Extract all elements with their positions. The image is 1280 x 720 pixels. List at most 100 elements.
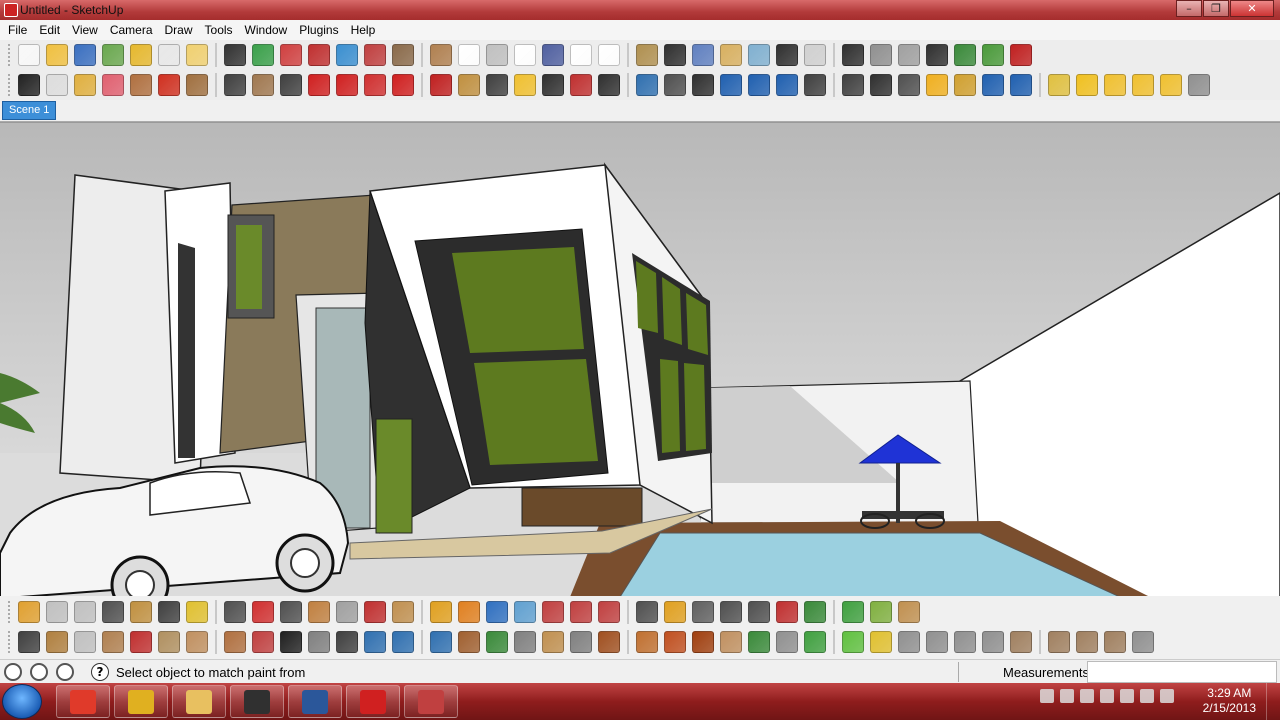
tool-button-icon[interactable] (430, 601, 452, 623)
tool-button-icon[interactable] (280, 74, 302, 96)
tool-button-icon[interactable] (1132, 74, 1154, 96)
taskbar-chrome-button[interactable] (56, 685, 110, 718)
tool-button-icon[interactable] (74, 44, 96, 66)
tool-button-icon[interactable] (224, 44, 246, 66)
tool-button-icon[interactable] (692, 601, 714, 623)
tool-button-icon[interactable] (102, 74, 124, 96)
clock[interactable]: 3:29 AM 2/15/2013 (1203, 686, 1256, 716)
tool-button-icon[interactable] (1010, 44, 1032, 66)
tool-button-icon[interactable] (514, 601, 536, 623)
tool-button-icon[interactable] (130, 74, 152, 96)
tool-button-icon[interactable] (982, 74, 1004, 96)
tool-button-icon[interactable] (926, 44, 948, 66)
tool-button-icon[interactable] (336, 74, 358, 96)
tool-button-icon[interactable] (842, 631, 864, 653)
tool-button-icon[interactable] (364, 601, 386, 623)
menu-file[interactable]: File (2, 23, 33, 37)
tool-button-icon[interactable] (1188, 74, 1210, 96)
tool-button-icon[interactable] (926, 74, 948, 96)
tool-button-icon[interactable] (364, 631, 386, 653)
flag-icon[interactable] (1140, 689, 1154, 703)
measurements-input[interactable] (1087, 661, 1277, 683)
tool-button-icon[interactable] (130, 44, 152, 66)
tool-button-icon[interactable] (336, 631, 358, 653)
tool-button-icon[interactable] (748, 631, 770, 653)
tool-button-icon[interactable] (664, 44, 686, 66)
taskbar-ccleaner-button[interactable] (404, 685, 458, 718)
tool-button-icon[interactable] (186, 44, 208, 66)
tool-button-icon[interactable] (898, 601, 920, 623)
tool-button-icon[interactable] (954, 74, 976, 96)
tool-button-icon[interactable] (130, 601, 152, 623)
tool-button-icon[interactable] (224, 74, 246, 96)
tool-button-icon[interactable] (18, 74, 40, 96)
tool-button-icon[interactable] (46, 631, 68, 653)
tool-button-icon[interactable] (776, 74, 798, 96)
tool-button-icon[interactable] (692, 44, 714, 66)
tool-button-icon[interactable] (458, 601, 480, 623)
show-desktop-button[interactable] (1266, 683, 1280, 720)
tool-button-icon[interactable] (308, 44, 330, 66)
taskbar-sketchup-button[interactable] (346, 685, 400, 718)
tool-button-icon[interactable] (514, 44, 536, 66)
tool-button-icon[interactable] (1104, 631, 1126, 653)
menu-plugins[interactable]: Plugins (293, 23, 344, 37)
tool-button-icon[interactable] (664, 601, 686, 623)
tool-button-icon[interactable] (158, 631, 180, 653)
tool-button-icon[interactable] (308, 601, 330, 623)
tool-button-icon[interactable] (392, 74, 414, 96)
tool-button-icon[interactable] (1160, 74, 1182, 96)
tool-button-icon[interactable] (1048, 631, 1070, 653)
tool-button-icon[interactable] (1076, 631, 1098, 653)
tool-button-icon[interactable] (598, 74, 620, 96)
tool-button-icon[interactable] (954, 44, 976, 66)
tool-button-icon[interactable] (870, 74, 892, 96)
tool-button-icon[interactable] (692, 631, 714, 653)
menu-help[interactable]: Help (345, 23, 382, 37)
tool-button-icon[interactable] (46, 601, 68, 623)
help-icon[interactable]: ? (91, 663, 109, 681)
tool-button-icon[interactable] (570, 44, 592, 66)
tool-button-icon[interactable] (776, 44, 798, 66)
tool-button-icon[interactable] (364, 74, 386, 96)
tool-button-icon[interactable] (804, 631, 826, 653)
tool-button-icon[interactable] (570, 601, 592, 623)
tool-button-icon[interactable] (186, 631, 208, 653)
toolbar-grip[interactable] (8, 74, 11, 96)
tool-button-icon[interactable] (158, 601, 180, 623)
tool-button-icon[interactable] (308, 631, 330, 653)
tool-button-icon[interactable] (898, 74, 920, 96)
tool-button-icon[interactable] (720, 601, 742, 623)
tool-button-icon[interactable] (158, 44, 180, 66)
tool-button-icon[interactable] (74, 601, 96, 623)
tool-button-icon[interactable] (336, 44, 358, 66)
tool-button-icon[interactable] (842, 601, 864, 623)
tool-button-icon[interactable] (280, 601, 302, 623)
tool-button-icon[interactable] (458, 74, 480, 96)
tool-button-icon[interactable] (542, 631, 564, 653)
model-scene[interactable] (0, 123, 1280, 596)
volume-icon[interactable] (1060, 689, 1074, 703)
toolbar-grip[interactable] (8, 631, 11, 653)
tool-button-icon[interactable] (224, 631, 246, 653)
tool-button-icon[interactable] (542, 601, 564, 623)
tool-button-icon[interactable] (486, 631, 508, 653)
tool-button-icon[interactable] (364, 44, 386, 66)
tool-button-icon[interactable] (280, 44, 302, 66)
tool-button-icon[interactable] (842, 74, 864, 96)
scene-tab-1[interactable]: Scene 1 (2, 101, 57, 120)
tool-button-icon[interactable] (486, 74, 508, 96)
tool-button-icon[interactable] (74, 631, 96, 653)
tool-button-icon[interactable] (18, 601, 40, 623)
tool-button-icon[interactable] (542, 44, 564, 66)
tool-button-icon[interactable] (46, 74, 68, 96)
tool-button-icon[interactable] (430, 631, 452, 653)
tool-button-icon[interactable] (1010, 631, 1032, 653)
menu-draw[interactable]: Draw (159, 23, 199, 37)
tool-button-icon[interactable] (954, 631, 976, 653)
geo-location-icon[interactable] (4, 663, 22, 681)
tool-button-icon[interactable] (74, 74, 96, 96)
menu-camera[interactable]: Camera (104, 23, 159, 37)
tool-button-icon[interactable] (18, 631, 40, 653)
tool-button-icon[interactable] (392, 601, 414, 623)
